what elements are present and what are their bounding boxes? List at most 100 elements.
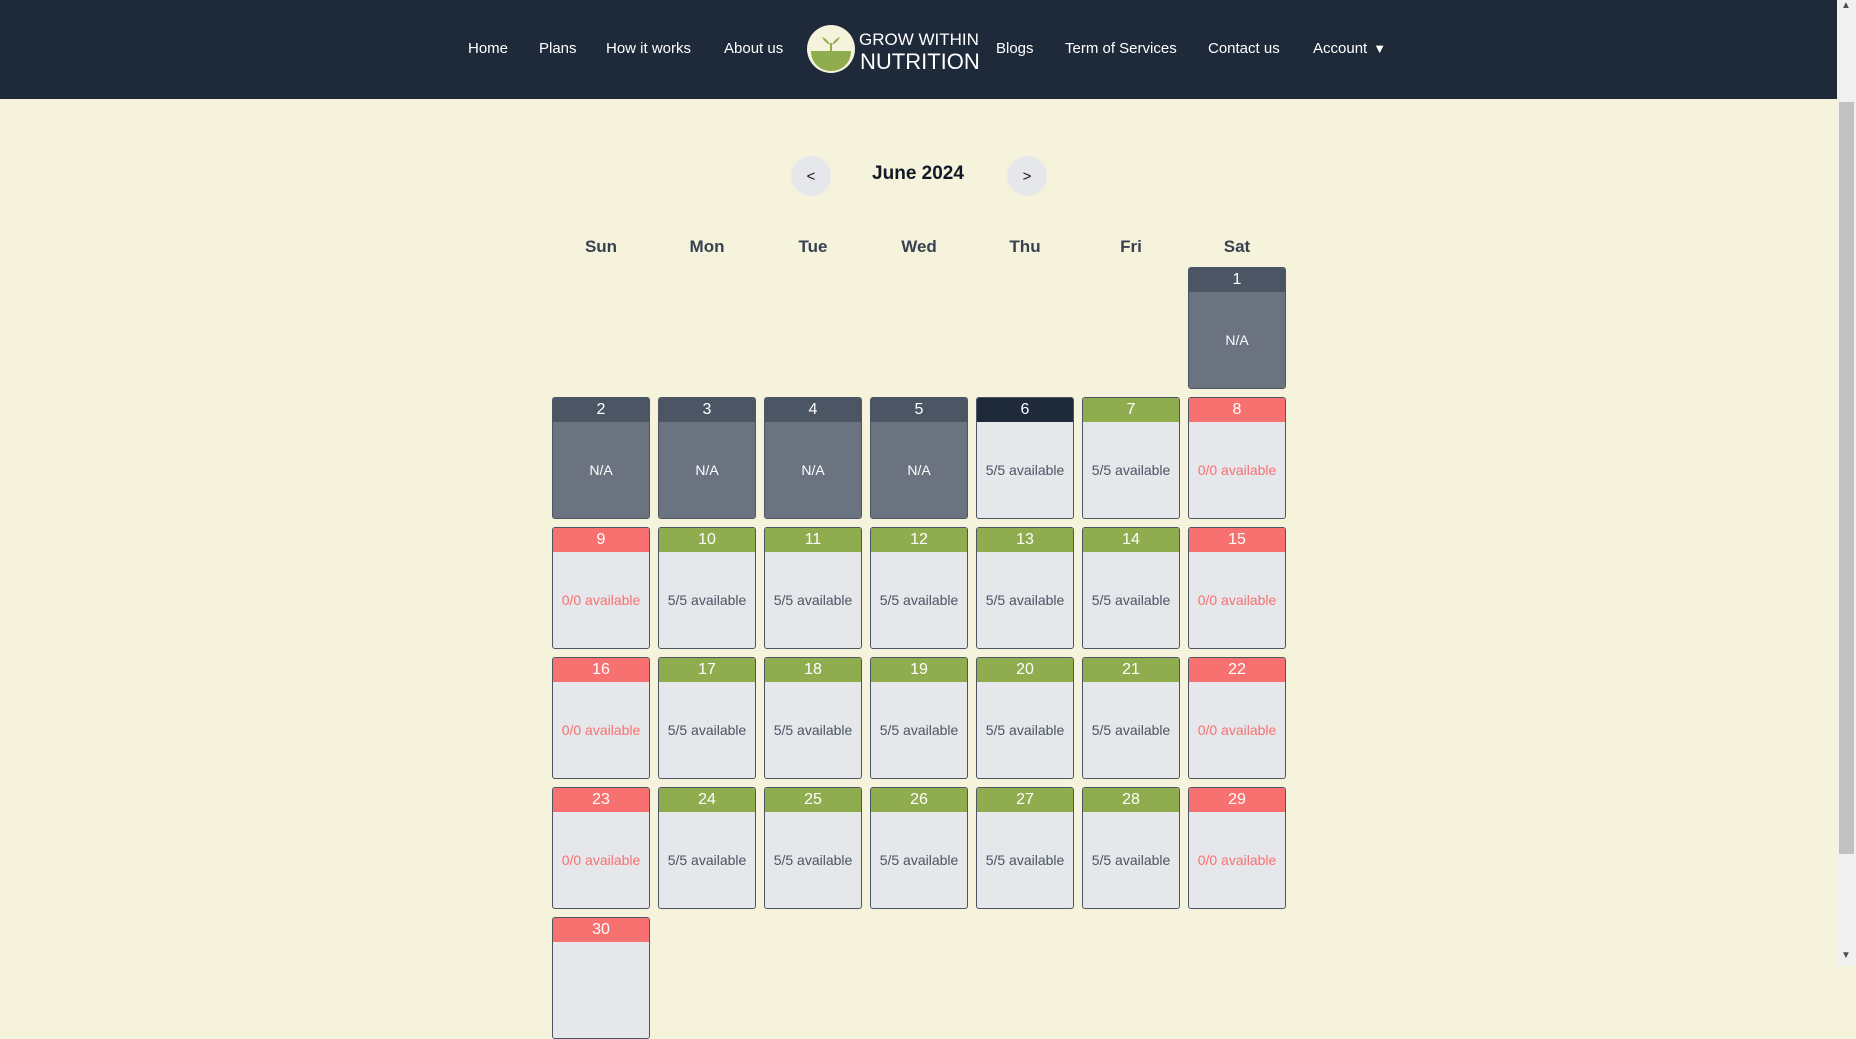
day-cell-28[interactable]: 28 5/5 available [1082,787,1180,909]
account-menu-button[interactable]: Account ▼ [1313,40,1386,57]
main-nav: Home Plans How it works About us GROW WI… [0,0,1837,99]
day-cell-17[interactable]: 17 5/5 available [658,657,756,779]
day-cell-9[interactable]: 9 0/0 available [552,527,650,649]
day-availability: N/A [765,422,861,518]
weekday-wed: Wed [901,237,937,256]
day-cell-16[interactable]: 16 0/0 available [552,657,650,779]
day-availability: 5/5 available [879,592,959,608]
day-number: 16 [553,658,649,682]
day-availability: 5/5 available [879,722,959,738]
weekday-tue: Tue [798,237,828,256]
day-cell-4[interactable]: 4 N/A [764,397,862,519]
day-cell-14[interactable]: 14 5/5 available [1082,527,1180,649]
day-availability: 5/5 available [985,592,1065,608]
day-availability: 0/0 available [1197,592,1277,608]
next-month-button[interactable]: > [1007,156,1047,196]
day-number: 3 [659,398,755,422]
day-cell-13[interactable]: 13 5/5 available [976,527,1074,649]
day-number: 23 [553,788,649,812]
day-availability: 5/5 available [985,462,1065,478]
day-number: 17 [659,658,755,682]
day-cell-30[interactable]: 30 [552,917,650,1039]
day-cell-15[interactable]: 15 0/0 available [1188,527,1286,649]
day-number: 26 [871,788,967,812]
bowl-sprout-icon [807,25,855,73]
day-availability: N/A [553,422,649,518]
day-number: 5 [871,398,967,422]
day-cell-1[interactable]: 1 N/A [1188,267,1286,389]
day-availability: 5/5 available [1091,592,1171,608]
day-number: 25 [765,788,861,812]
day-number: 22 [1189,658,1285,682]
scroll-up-arrow-icon[interactable]: ▲ [1841,0,1851,11]
day-availability: N/A [871,422,967,518]
day-cell-23[interactable]: 23 0/0 available [552,787,650,909]
day-cell-24[interactable]: 24 5/5 available [658,787,756,909]
nav-blogs-link[interactable]: Blogs [996,40,1034,57]
day-availability: 5/5 available [985,722,1065,738]
day-number: 14 [1083,528,1179,552]
day-number: 10 [659,528,755,552]
weekday-mon: Mon [689,237,725,256]
prev-month-button[interactable]: < [791,156,831,196]
weekday-sat: Sat [1223,237,1251,256]
day-availability: 0/0 available [561,592,641,608]
day-number: 20 [977,658,1073,682]
day-number: 30 [553,918,649,942]
day-availability: 5/5 available [667,592,747,608]
day-cell-26[interactable]: 26 5/5 available [870,787,968,909]
day-number: 12 [871,528,967,552]
brand-logo[interactable]: GROW WITHIN NUTRITION [807,25,980,74]
day-cell-5[interactable]: 5 N/A [870,397,968,519]
day-cell-10[interactable]: 10 5/5 available [658,527,756,649]
day-cell-7[interactable]: 7 5/5 available [1082,397,1180,519]
brand-name-line1: GROW WITHIN [859,30,979,49]
day-number: 2 [553,398,649,422]
day-cell-19[interactable]: 19 5/5 available [870,657,968,779]
day-availability: N/A [659,422,755,518]
day-availability: 0/0 available [561,852,641,868]
day-availability: 0/0 available [1197,852,1277,868]
brand-name-line2: NUTRITION [860,49,980,74]
day-cell-20[interactable]: 20 5/5 available [976,657,1074,779]
day-cell-2[interactable]: 2 N/A [552,397,650,519]
day-cell-8[interactable]: 8 0/0 available [1188,397,1286,519]
day-number: 7 [1083,398,1179,422]
account-label: Account [1313,40,1368,57]
day-number: 28 [1083,788,1179,812]
day-availability: 5/5 available [1091,462,1171,478]
nav-plans-link[interactable]: Plans [539,40,577,57]
day-cell-21[interactable]: 21 5/5 available [1082,657,1180,779]
day-availability: 5/5 available [773,592,853,608]
day-cell-11[interactable]: 11 5/5 available [764,527,862,649]
weekday-fri: Fri [1120,237,1142,256]
day-cell-12[interactable]: 12 5/5 available [870,527,968,649]
day-number: 13 [977,528,1073,552]
nav-how-it-works-link[interactable]: How it works [606,40,691,57]
nav-terms-link[interactable]: Term of Services [1065,40,1177,57]
day-cell-6[interactable]: 6 5/5 available [976,397,1074,519]
day-availability: 0/0 available [1197,462,1277,478]
nav-about-link[interactable]: About us [724,40,783,57]
day-number: 8 [1189,398,1285,422]
caret-down-icon: ▼ [1373,41,1387,56]
day-number: 6 [977,398,1073,422]
scrollbar-thumb[interactable] [1839,102,1854,854]
day-availability: 5/5 available [985,852,1065,868]
day-cell-27[interactable]: 27 5/5 available [976,787,1074,909]
day-availability: 5/5 available [879,852,959,868]
nav-contact-link[interactable]: Contact us [1208,40,1280,57]
scroll-down-arrow-icon[interactable]: ▼ [1841,950,1851,961]
day-number: 4 [765,398,861,422]
day-number: 19 [871,658,967,682]
day-cell-18[interactable]: 18 5/5 available [764,657,862,779]
day-availability: 5/5 available [1091,852,1171,868]
day-availability [553,942,649,1038]
nav-home-link[interactable]: Home [468,40,508,57]
day-cell-3[interactable]: 3 N/A [658,397,756,519]
day-cell-25[interactable]: 25 5/5 available [764,787,862,909]
weekday-sun: Sun [584,237,618,256]
day-cell-29[interactable]: 29 0/0 available [1188,787,1286,909]
day-cell-22[interactable]: 22 0/0 available [1188,657,1286,779]
day-number: 18 [765,658,861,682]
